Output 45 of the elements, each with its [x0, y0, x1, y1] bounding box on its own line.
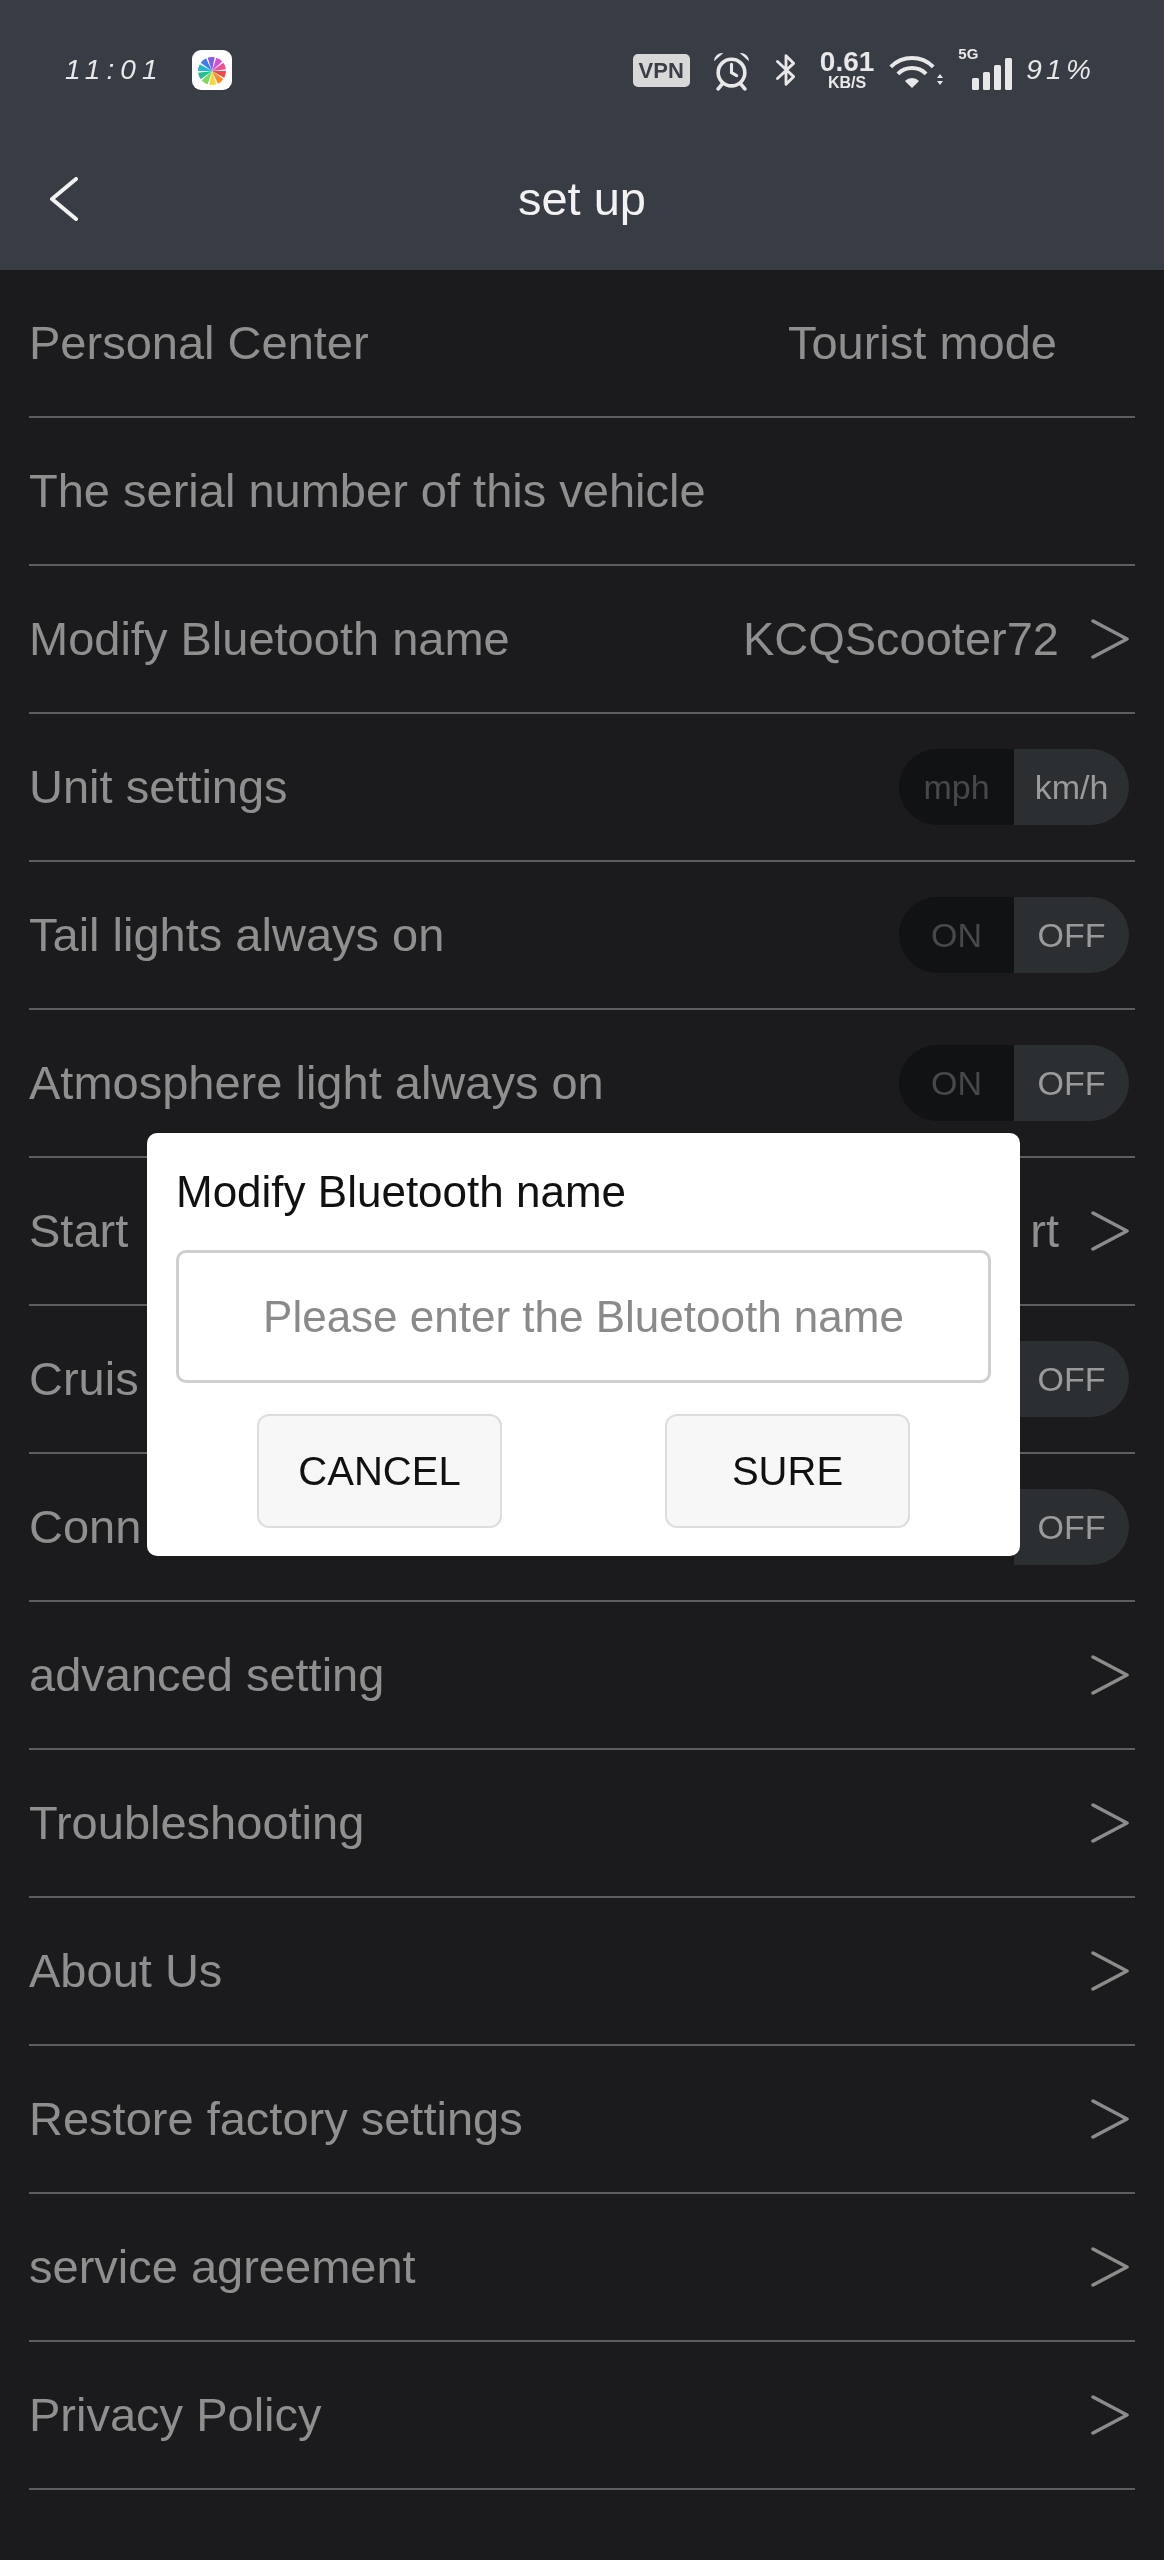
- setting-label: Troubleshooting: [29, 1794, 365, 1851]
- chevron-right-icon[interactable]: [1091, 1951, 1129, 1991]
- status-time: 11:01: [65, 53, 164, 87]
- network-speed: 0.61: [819, 49, 875, 75]
- setting-label: service agreement: [29, 2238, 416, 2295]
- segment-option[interactable]: OFF: [1014, 1045, 1129, 1121]
- signal-bars-icon: [970, 58, 1015, 90]
- setting-label: Tail lights always on: [29, 906, 445, 963]
- setting-label: The serial number of this vehicle: [29, 462, 706, 519]
- segment-option[interactable]: OFF: [1014, 1489, 1129, 1565]
- setting-label: Unit settings: [29, 758, 288, 815]
- dialog-title: Modify Bluetooth name: [176, 1166, 628, 1218]
- bluetooth-icon: [773, 51, 798, 89]
- dialog-button[interactable]: CANCEL: [257, 1414, 502, 1528]
- setting-label: Cruis: [29, 1350, 139, 1407]
- chevron-right-icon[interactable]: [1091, 1211, 1129, 1251]
- chevron-left-icon[interactable]: [49, 177, 79, 221]
- setting-label: Modify Bluetooth name: [29, 610, 510, 667]
- segment-option[interactable]: OFF: [1014, 897, 1129, 973]
- page-title: set up: [517, 170, 646, 227]
- segment-option[interactable]: km/h: [1014, 749, 1129, 825]
- network-type: 5G: [958, 46, 979, 62]
- chevron-right-icon[interactable]: [1091, 619, 1129, 659]
- bluetooth-name-input[interactable]: Please enter the Bluetooth name: [176, 1250, 991, 1383]
- setting-value: rt: [1030, 1202, 1059, 1259]
- setting-label: advanced setting: [29, 1646, 385, 1703]
- battery-level: 91%: [1026, 53, 1095, 87]
- setting-label: Privacy Policy: [29, 2386, 322, 2443]
- setting-value: Tourist mode: [787, 314, 1057, 371]
- chevron-right-icon[interactable]: [1091, 2395, 1129, 2435]
- chevron-right-icon[interactable]: [1091, 1655, 1129, 1695]
- setting-label: Conn: [29, 1498, 142, 1555]
- setting-value: KCQScooter72: [742, 610, 1059, 667]
- chevron-right-icon[interactable]: [1091, 2099, 1129, 2139]
- dialog-button[interactable]: SURE: [665, 1414, 910, 1528]
- vpn-badge: VPN: [632, 53, 690, 87]
- setting-label: Personal Center: [29, 314, 369, 371]
- chevron-right-icon[interactable]: [1091, 2247, 1129, 2287]
- network-speed-unit: KB/S: [827, 75, 867, 91]
- pinwheel-icon: [191, 50, 232, 90]
- setting-label: Restore factory settings: [29, 2090, 523, 2147]
- setting-label: About Us: [29, 1942, 223, 1999]
- setting-label: Start: [29, 1202, 129, 1259]
- setting-label: Atmosphere light always on: [29, 1054, 604, 1111]
- chevron-right-icon[interactable]: [1091, 1803, 1129, 1843]
